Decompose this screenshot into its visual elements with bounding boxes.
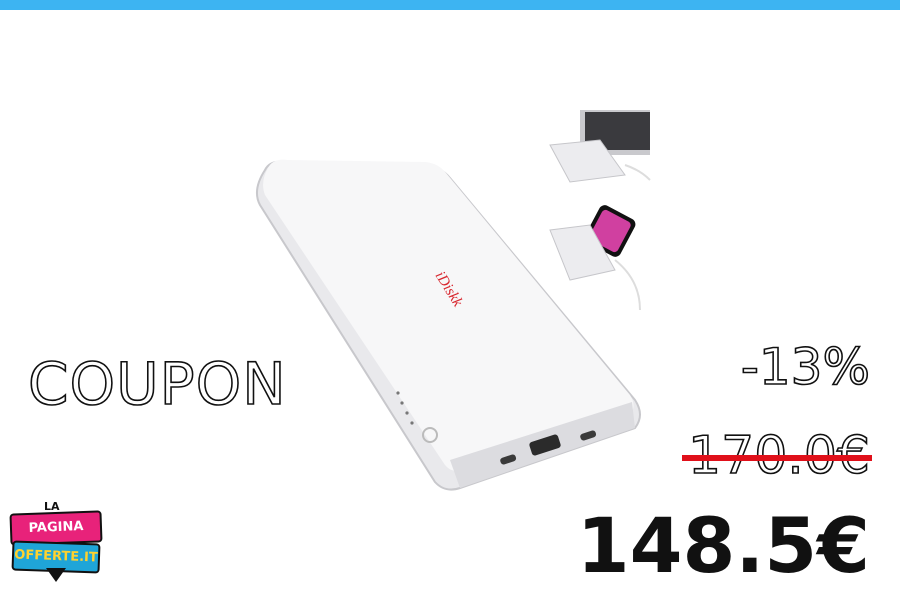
- site-logo: LA PAGINA DELLE OFFERTE.IT: [8, 500, 103, 595]
- inset-laptop-thumbnail: [549, 110, 651, 183]
- logo-speech-tail: [46, 568, 66, 582]
- new-price: 148.5€: [576, 501, 870, 590]
- product-image: iDiskk: [255, 110, 651, 491]
- logo-line-2: PAGINA DELLE: [28, 519, 84, 564]
- old-price-strikethrough: [682, 455, 872, 461]
- inset-phone-thumbnail: [549, 205, 641, 311]
- coupon-label: COUPON: [27, 350, 287, 418]
- discount-badge: -13%: [740, 338, 871, 396]
- power-bank-main: iDiskk: [255, 159, 641, 491]
- top-accent-bar: [0, 0, 900, 10]
